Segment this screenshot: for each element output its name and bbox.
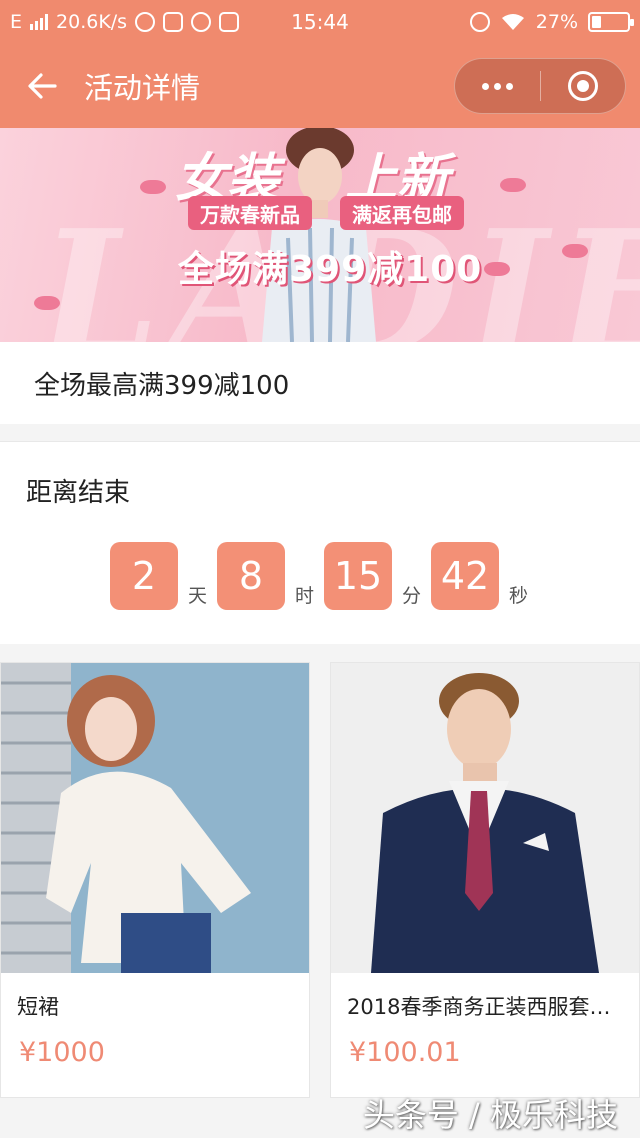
product-name: 2018春季商务正装西服套… bbox=[347, 995, 611, 1019]
product-image bbox=[331, 663, 639, 973]
days-unit: 天 bbox=[187, 585, 207, 607]
minutes-value: 15 bbox=[324, 542, 392, 610]
nav-bar: 活动详情 bbox=[0, 44, 640, 128]
product-price: ¥1000 bbox=[19, 1037, 105, 1068]
hours-value: 8 bbox=[217, 542, 285, 610]
network-speed: 20.6K/s bbox=[56, 11, 128, 33]
battery-icon bbox=[588, 12, 634, 32]
more-dots-icon bbox=[481, 82, 513, 90]
message-icon bbox=[191, 12, 212, 32]
product-grid: 短裙 ¥1000 2018春季商务正装西服套… ¥100.01 bbox=[0, 662, 640, 1138]
lips-icon bbox=[562, 244, 588, 258]
countdown-panel: 距离结束 2 天 8 时 15 分 42 秒 bbox=[0, 441, 640, 644]
banner-tag: 万款春新品 bbox=[188, 196, 312, 230]
more-button[interactable] bbox=[455, 59, 540, 113]
promo-banner[interactable]: LADIES 女装 上新 万款春新品 满返再包邮 全场满399减100 bbox=[0, 128, 640, 342]
banner-promo-text: 全场满399减100 bbox=[178, 249, 483, 290]
countdown-label: 距离结束 bbox=[26, 478, 131, 508]
banner-tag: 满返再包邮 bbox=[340, 196, 464, 230]
close-mini-program-button[interactable] bbox=[541, 59, 626, 113]
minutes-unit: 分 bbox=[401, 585, 421, 607]
product-price: ¥100.01 bbox=[349, 1037, 461, 1068]
product-image bbox=[1, 663, 309, 973]
seconds-value: 42 bbox=[431, 542, 499, 610]
clock: 15:44 bbox=[291, 10, 349, 34]
network-type: E bbox=[10, 11, 23, 33]
page-title: 活动详情 bbox=[84, 71, 201, 105]
android-icon bbox=[219, 12, 240, 32]
lips-icon bbox=[484, 262, 510, 276]
product-card[interactable]: 2018春季商务正装西服套… ¥100.01 bbox=[330, 662, 640, 1098]
activity-title: 全场最高满399减100 bbox=[0, 342, 640, 424]
mini-program-capsule bbox=[454, 58, 626, 114]
alarm-icon bbox=[469, 12, 490, 32]
battery-fill bbox=[592, 16, 602, 28]
lips-icon bbox=[140, 180, 166, 194]
signal-icon bbox=[30, 14, 49, 30]
target-circle-icon bbox=[567, 71, 598, 101]
hours-unit: 时 bbox=[294, 585, 314, 607]
arrow-left-icon bbox=[28, 73, 57, 99]
lips-icon bbox=[34, 296, 60, 310]
seconds-unit: 秒 bbox=[508, 585, 528, 607]
countdown-timer: 2 天 8 时 15 分 42 秒 bbox=[110, 542, 538, 610]
days-value: 2 bbox=[110, 542, 178, 610]
product-name: 短裙 bbox=[17, 995, 59, 1019]
product-card[interactable]: 短裙 ¥1000 bbox=[0, 662, 310, 1098]
camera-app-icon bbox=[163, 12, 184, 32]
status-bar: E 20.6K/s 15:44 27% bbox=[0, 0, 640, 44]
watermark: 头条号 / 极乐科技 bbox=[362, 1096, 618, 1134]
wifi-icon bbox=[501, 14, 524, 30]
qq-icon bbox=[135, 12, 156, 32]
back-button[interactable] bbox=[0, 44, 84, 128]
battery-percent: 27% bbox=[535, 11, 578, 33]
lips-icon bbox=[500, 178, 526, 192]
